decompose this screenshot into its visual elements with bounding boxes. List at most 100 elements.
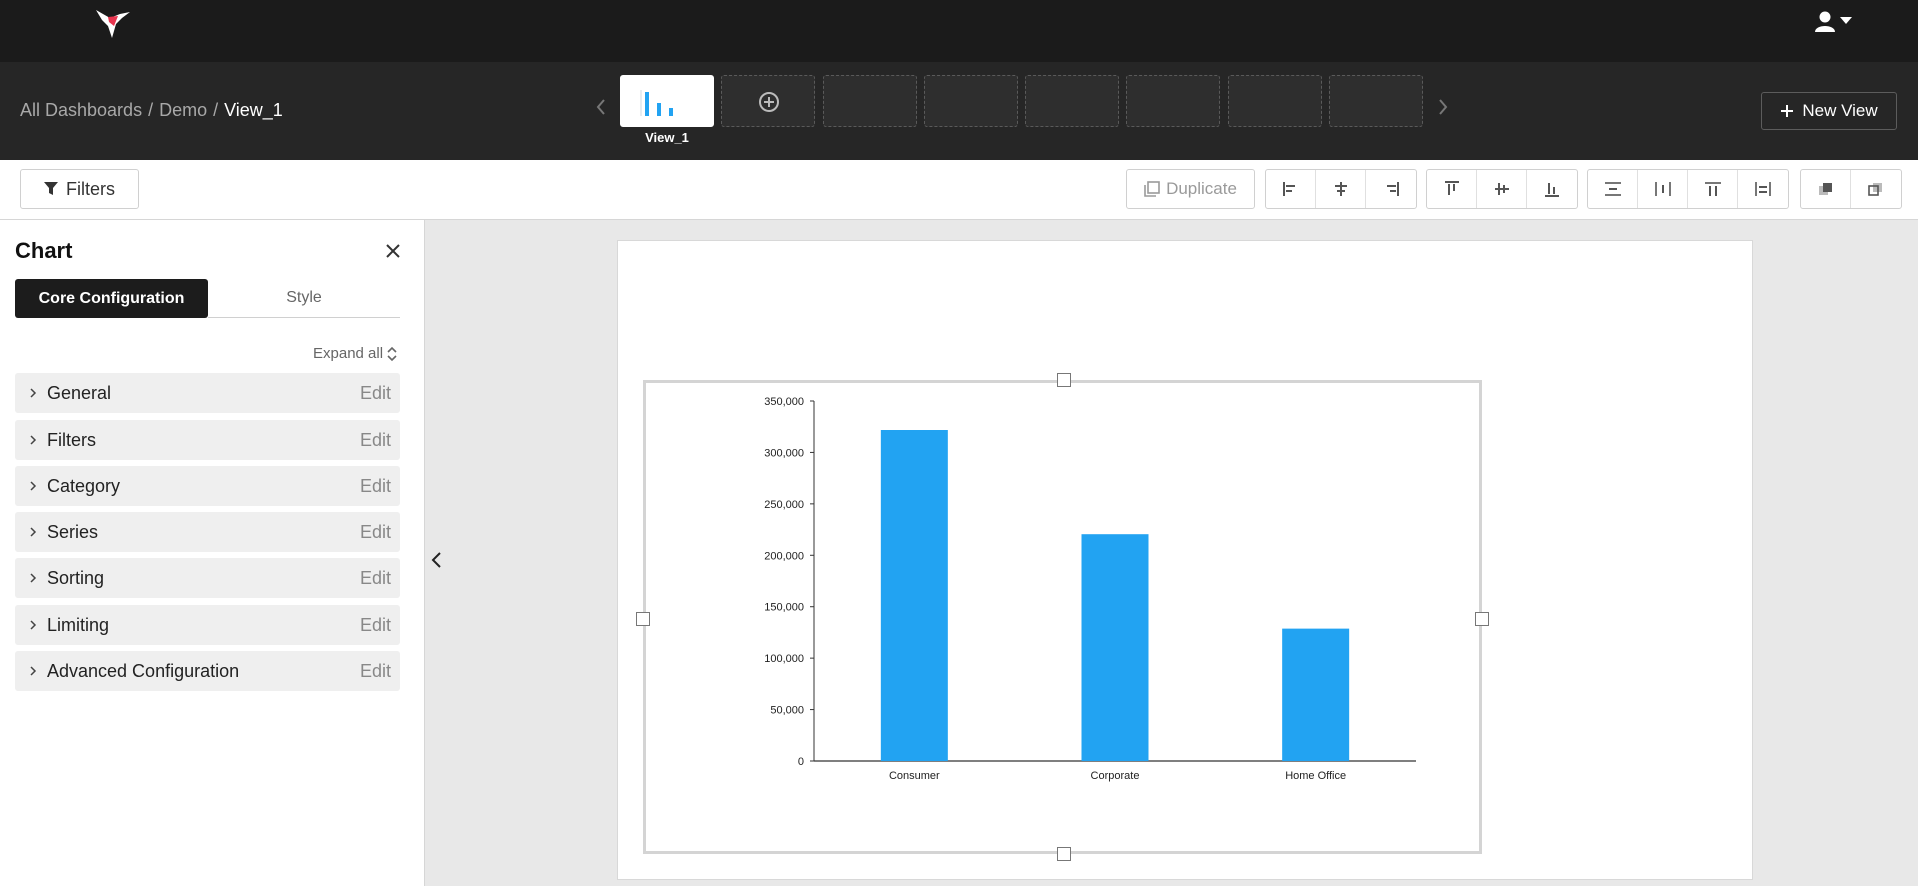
duplicate-icon bbox=[1144, 181, 1160, 197]
bar-chart: 0 50,000 100,000 150,000 200,000 250,000 300,0… bbox=[764, 396, 1416, 782]
empty-view-slot[interactable] bbox=[823, 75, 917, 127]
duplicate-button[interactable]: Duplicate bbox=[1126, 169, 1255, 209]
chevron-right-icon bbox=[15, 434, 47, 446]
breadcrumb-current: View_1 bbox=[224, 100, 283, 120]
expand-icon bbox=[387, 346, 397, 361]
layer-order-group bbox=[1800, 169, 1902, 209]
view-header: All Dashboards / Demo / View_1 New View bbox=[0, 62, 1918, 160]
y-tick-label: 0 bbox=[798, 756, 804, 768]
empty-view-slot[interactable] bbox=[1228, 75, 1322, 127]
align-top-icon[interactable] bbox=[1427, 170, 1477, 208]
section-label: Category bbox=[47, 475, 121, 496]
chevron-right-icon bbox=[15, 480, 47, 492]
edit-link[interactable]: Edit bbox=[360, 383, 400, 404]
view-thumbnail-label: View_1 bbox=[645, 130, 689, 145]
edit-link[interactable]: Edit bbox=[360, 615, 400, 636]
x-tick-label: Home Office bbox=[1285, 770, 1346, 782]
x-tick-label: Corporate bbox=[1091, 770, 1140, 782]
section-label: Limiting bbox=[47, 614, 110, 635]
resize-handle-top[interactable] bbox=[1057, 373, 1071, 387]
empty-view-slot[interactable] bbox=[1329, 75, 1423, 127]
chart-widget[interactable]: 0 50,000 100,000 150,000 200,000 250,000 300,0… bbox=[643, 380, 1482, 854]
section-advanced-configuration[interactable]: Advanced Configuration Edit bbox=[15, 651, 400, 691]
align-bottom-icon[interactable] bbox=[1527, 170, 1577, 208]
breadcrumb: All Dashboards / Demo / View_1 bbox=[20, 100, 283, 121]
resize-handle-right[interactable] bbox=[1475, 612, 1489, 626]
tab-style[interactable]: Style bbox=[208, 279, 400, 318]
section-sorting[interactable]: Sorting Edit bbox=[15, 558, 400, 598]
space-vertical-icon[interactable] bbox=[1688, 170, 1738, 208]
section-label: Advanced Configuration bbox=[47, 660, 240, 681]
filters-label: Filters bbox=[66, 178, 115, 199]
expand-all-button[interactable]: Expand all bbox=[313, 345, 397, 362]
edit-link[interactable]: Edit bbox=[360, 661, 400, 682]
top-bar bbox=[0, 0, 1918, 62]
section-label: Series bbox=[47, 521, 99, 542]
toolbar: Filters Duplicate bbox=[0, 160, 1918, 220]
edit-link[interactable]: Edit bbox=[360, 476, 400, 497]
breadcrumb-all-dashboards[interactable]: All Dashboards bbox=[20, 100, 142, 121]
breadcrumb-separator: / bbox=[213, 100, 219, 120]
y-tick-label: 350,000 bbox=[764, 396, 804, 408]
space-horizontal-icon[interactable] bbox=[1738, 170, 1788, 208]
new-view-label: New View bbox=[1802, 101, 1878, 120]
views-prev-arrow[interactable] bbox=[591, 92, 611, 122]
y-tick-label: 300,000 bbox=[764, 447, 804, 459]
section-general[interactable]: General Edit bbox=[15, 373, 400, 413]
bar bbox=[880, 430, 948, 761]
section-label: Filters bbox=[47, 429, 96, 450]
bar bbox=[1282, 628, 1350, 761]
filter-icon bbox=[44, 182, 58, 195]
hummingbird-logo-icon[interactable] bbox=[90, 6, 132, 40]
distribute-horizontal-icon[interactable] bbox=[1638, 170, 1688, 208]
chevron-right-icon bbox=[15, 619, 47, 631]
chevron-left-icon[interactable] bbox=[427, 545, 447, 575]
empty-view-slot[interactable] bbox=[924, 75, 1018, 127]
new-view-button[interactable]: New View bbox=[1761, 92, 1897, 130]
send-to-back-icon[interactable] bbox=[1851, 170, 1901, 208]
filters-button[interactable]: Filters bbox=[20, 169, 139, 209]
bar bbox=[1081, 534, 1149, 761]
edit-link[interactable]: Edit bbox=[360, 568, 400, 589]
panel-title: Chart bbox=[15, 238, 73, 263]
y-tick-label: 100,000 bbox=[764, 653, 804, 665]
y-tick-label: 250,000 bbox=[764, 499, 804, 511]
plus-icon bbox=[1781, 105, 1794, 117]
section-filters[interactable]: Filters Edit bbox=[15, 420, 400, 460]
breadcrumb-demo[interactable]: Demo bbox=[159, 100, 207, 121]
align-left-icon[interactable] bbox=[1266, 170, 1316, 208]
view-thumbnail-view-1[interactable] bbox=[620, 75, 714, 127]
views-next-arrow[interactable] bbox=[1433, 92, 1453, 122]
chevron-right-icon bbox=[15, 665, 47, 677]
add-view-slot[interactable] bbox=[721, 75, 815, 127]
empty-view-slot[interactable] bbox=[1126, 75, 1220, 127]
chevron-right-icon bbox=[15, 387, 47, 399]
section-category[interactable]: Category Edit bbox=[15, 466, 400, 506]
align-right-icon[interactable] bbox=[1366, 170, 1416, 208]
edit-link[interactable]: Edit bbox=[360, 522, 400, 543]
section-label: General bbox=[47, 382, 112, 403]
bring-to-front-icon[interactable] bbox=[1801, 170, 1851, 208]
close-icon[interactable] bbox=[382, 240, 404, 262]
expand-all-label: Expand all bbox=[313, 345, 384, 362]
align-center-icon[interactable] bbox=[1316, 170, 1366, 208]
duplicate-label: Duplicate bbox=[1166, 179, 1237, 198]
tab-core-configuration[interactable]: Core Configuration bbox=[15, 279, 208, 318]
distribute-vertical-icon[interactable] bbox=[1588, 170, 1638, 208]
breadcrumb-separator: / bbox=[148, 100, 154, 120]
section-series[interactable]: Series Edit bbox=[15, 512, 400, 552]
user-menu[interactable] bbox=[1814, 10, 1852, 32]
resize-handle-bottom[interactable] bbox=[1057, 847, 1071, 861]
y-tick-label: 200,000 bbox=[764, 550, 804, 562]
x-tick-label: Consumer bbox=[889, 770, 940, 782]
section-label: Sorting bbox=[47, 567, 105, 588]
user-icon bbox=[1815, 11, 1835, 32]
edit-link[interactable]: Edit bbox=[360, 430, 400, 451]
align-vertical-group bbox=[1426, 169, 1578, 209]
chevron-right-icon bbox=[15, 572, 47, 584]
empty-view-slot[interactable] bbox=[1025, 75, 1119, 127]
chevron-right-icon bbox=[15, 526, 47, 538]
resize-handle-left[interactable] bbox=[636, 612, 650, 626]
align-middle-icon[interactable] bbox=[1477, 170, 1527, 208]
section-limiting[interactable]: Limiting Edit bbox=[15, 605, 400, 645]
